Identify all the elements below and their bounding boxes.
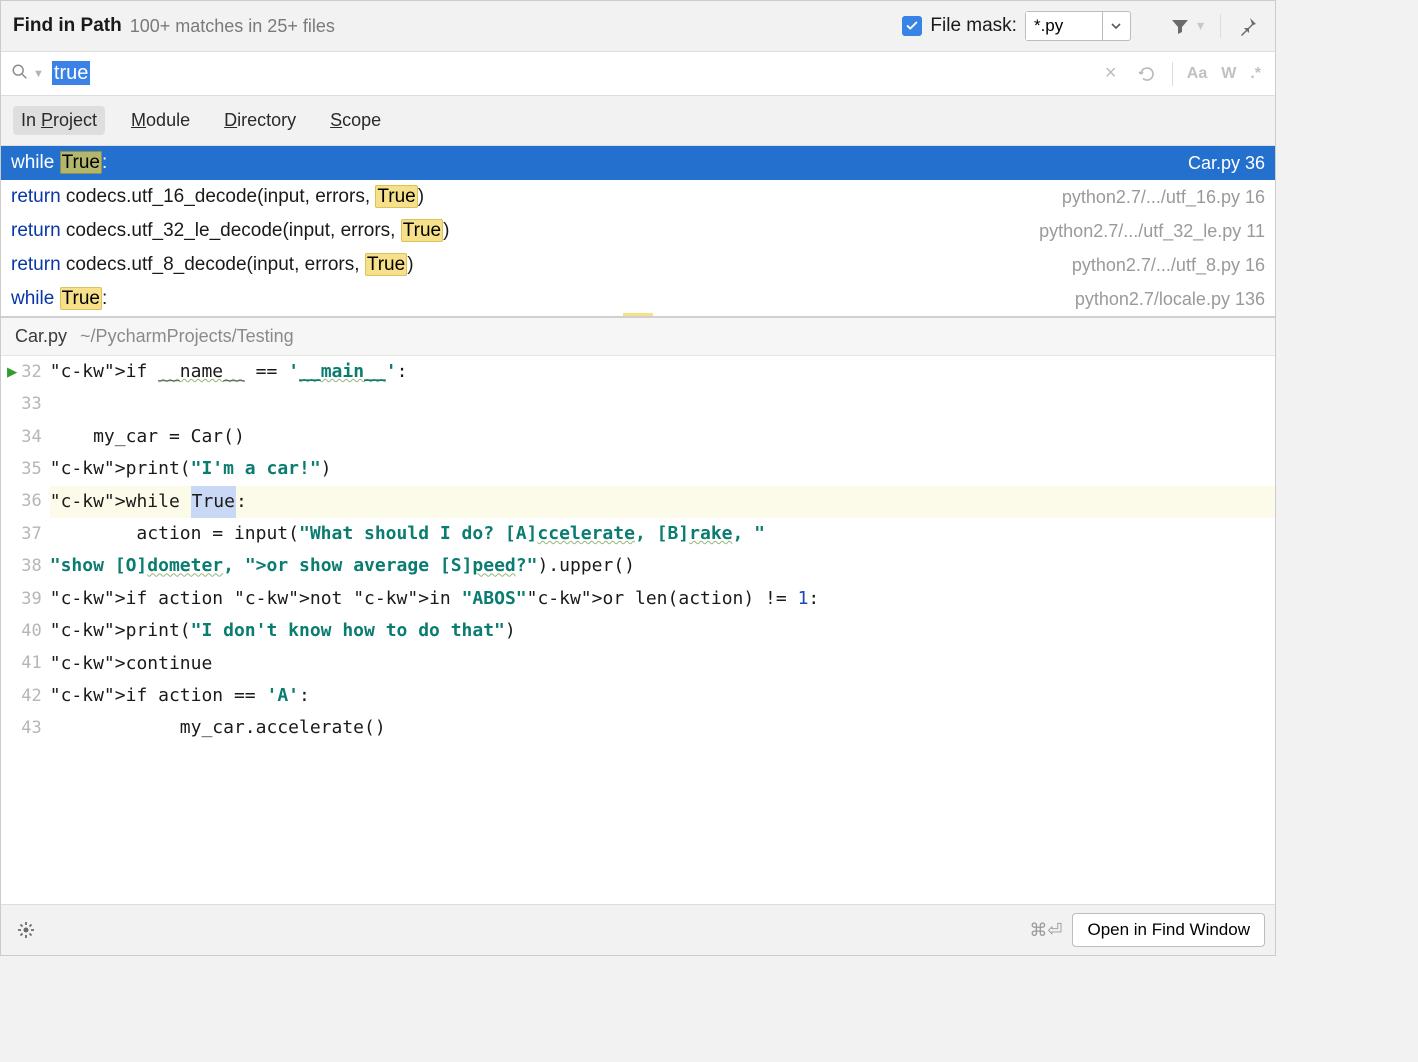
tab-module[interactable]: Module: [123, 106, 198, 135]
result-row[interactable]: while True:python2.7/locale.py 136: [1, 282, 1275, 316]
tab-directory[interactable]: Directory: [216, 106, 304, 135]
file-mask-input[interactable]: [1026, 12, 1102, 40]
history-icon[interactable]: [1132, 59, 1162, 89]
line-gutter: ▶323334353637383940414243: [1, 356, 50, 904]
search-input[interactable]: true: [50, 58, 1090, 89]
file-mask-combo[interactable]: [1025, 11, 1131, 41]
search-bar: ▼ true × Aa W .*: [1, 51, 1275, 96]
case-toggle[interactable]: Aa: [1183, 65, 1211, 83]
result-row[interactable]: while True:Car.py 36: [1, 146, 1275, 180]
title-bar: Find in Path 100+ matches in 25+ files F…: [1, 1, 1275, 51]
gear-icon[interactable]: [11, 915, 41, 945]
preview-header: Car.py ~/PycharmProjects/Testing: [1, 316, 1275, 356]
file-mask-label: File mask:: [930, 15, 1017, 37]
footer: ⌘⏎ Open in Find Window: [1, 904, 1275, 955]
chevron-down-icon[interactable]: [1102, 12, 1130, 40]
preview-path: ~/PycharmProjects/Testing: [80, 326, 294, 346]
pin-icon[interactable]: [1233, 11, 1263, 41]
scope-tabs: In Project Module Directory Scope: [1, 96, 1275, 146]
open-in-find-window-button[interactable]: Open in Find Window: [1072, 913, 1265, 947]
match-count: 100+ matches in 25+ files: [130, 16, 335, 37]
dialog-title: Find in Path: [13, 15, 122, 37]
file-mask-checkbox[interactable]: [902, 16, 922, 36]
preview-file: Car.py: [15, 326, 67, 346]
search-icon[interactable]: [11, 63, 29, 85]
tab-in-project[interactable]: In Project: [13, 106, 105, 135]
result-row[interactable]: return codecs.utf_32_le_decode(input, er…: [1, 214, 1275, 248]
result-row[interactable]: return codecs.utf_16_decode(input, error…: [1, 180, 1275, 214]
words-toggle[interactable]: W: [1217, 65, 1240, 83]
code-preview[interactable]: ▶323334353637383940414243 "c-kw">if __na…: [1, 356, 1275, 904]
code-lines: "c-kw">if __name__ == '__main__': my_car…: [50, 356, 1275, 904]
clear-icon[interactable]: ×: [1096, 59, 1126, 89]
shortcut-hint: ⌘⏎: [1029, 920, 1062, 941]
filter-icon[interactable]: [1165, 11, 1195, 41]
result-row[interactable]: return codecs.utf_8_decode(input, errors…: [1, 248, 1275, 282]
results-list: while True:Car.py 36return codecs.utf_16…: [1, 146, 1275, 316]
tab-scope[interactable]: Scope: [322, 106, 389, 135]
regex-toggle[interactable]: .*: [1246, 65, 1265, 83]
